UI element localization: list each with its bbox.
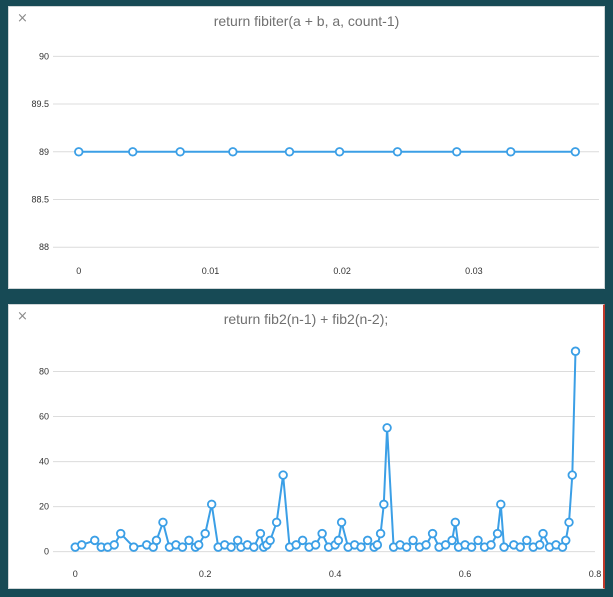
y-tick-label: 90 [39,51,49,61]
series-line [74,351,577,549]
data-point[interactable] [466,542,477,552]
data-point[interactable] [492,528,503,539]
data-point[interactable] [499,542,509,552]
data-point[interactable] [375,528,386,539]
data-point[interactable] [265,535,275,546]
data-point[interactable] [447,535,457,546]
y-tick-label: 20 [39,502,49,512]
data-point[interactable] [336,517,347,528]
data-point[interactable] [184,535,194,546]
data-point[interactable] [401,542,412,552]
chart-panel-bottom: × return fib2(n-1) + fib2(n-2); 0 20 40 60 8… [8,304,605,589]
x-tick-label: 0.03 [465,266,483,276]
data-point[interactable] [570,346,581,356]
data-point[interactable] [535,540,545,550]
x-tick-label: 0 [73,569,78,579]
data-point[interactable] [90,535,100,546]
data-point[interactable] [362,535,373,546]
data-point[interactable] [452,147,462,157]
data-point[interactable] [515,542,525,552]
data-point[interactable] [175,147,185,157]
data-point[interactable] [427,528,438,539]
y-tick-label: 89.5 [31,99,49,109]
y-tick-label: 0 [44,547,49,557]
data-point[interactable] [297,535,308,546]
data-point[interactable] [408,535,418,546]
data-point[interactable] [506,147,516,157]
x-tick-label: 0.6 [459,569,472,579]
data-point[interactable] [522,535,532,546]
chart-panel-top: × return fibiter(a + b, a, count-1) 88 88… [8,6,605,289]
line-chart-fibiter: 88 88.5 89 89.5 90 0 0.01 0.02 0.03 [31,51,599,276]
data-point[interactable] [249,542,259,552]
data-point[interactable] [317,528,327,539]
y-tick-label: 80 [39,367,49,377]
data-point[interactable] [255,528,266,539]
data-point[interactable] [382,423,392,433]
x-tick-label: 0.4 [329,569,342,579]
data-point[interactable] [473,535,483,546]
line-chart-fib2: 0 20 40 60 80 0 0.2 0.4 0.6 0.8 [39,346,602,579]
data-point[interactable] [228,147,238,157]
data-point[interactable] [116,528,126,539]
y-tick-label: 89 [39,147,49,157]
data-point[interactable] [226,542,236,552]
data-point[interactable] [177,542,188,552]
data-point[interactable] [109,540,119,550]
data-point[interactable] [206,499,217,510]
data-point[interactable] [421,540,431,550]
data-point[interactable] [271,517,282,528]
y-tick-label: 88.5 [31,195,49,205]
data-point[interactable] [561,535,571,546]
data-point[interactable] [570,147,580,157]
data-point[interactable] [379,499,389,510]
y-tick-label: 88 [39,242,49,252]
data-point[interactable] [158,517,168,528]
y-tick-label: 60 [39,412,49,422]
data-point[interactable] [77,540,87,550]
data-point[interactable] [193,540,204,550]
data-point[interactable] [278,470,288,480]
data-point[interactable] [564,517,574,528]
data-point[interactable] [310,540,321,550]
data-point[interactable] [496,499,506,510]
data-point[interactable] [356,542,366,552]
y-tick-label: 40 [39,457,49,467]
data-point[interactable] [450,517,461,528]
data-point[interactable] [392,147,403,157]
data-point[interactable] [74,147,84,157]
data-point[interactable] [151,535,162,546]
x-tick-label: 0.02 [333,266,351,276]
x-tick-label: 0.01 [202,266,220,276]
data-point[interactable] [538,528,548,539]
data-point[interactable] [200,528,210,539]
x-tick-label: 0 [76,266,81,276]
data-point[interactable] [284,147,295,157]
data-point[interactable] [334,147,345,157]
data-point[interactable] [372,540,383,550]
data-point[interactable] [567,470,577,480]
data-point[interactable] [486,540,496,550]
x-tick-label: 0.2 [199,569,212,579]
data-point[interactable] [333,535,344,546]
data-point[interactable] [129,542,139,552]
x-tick-label: 0.8 [589,569,602,579]
data-point[interactable] [128,147,138,157]
